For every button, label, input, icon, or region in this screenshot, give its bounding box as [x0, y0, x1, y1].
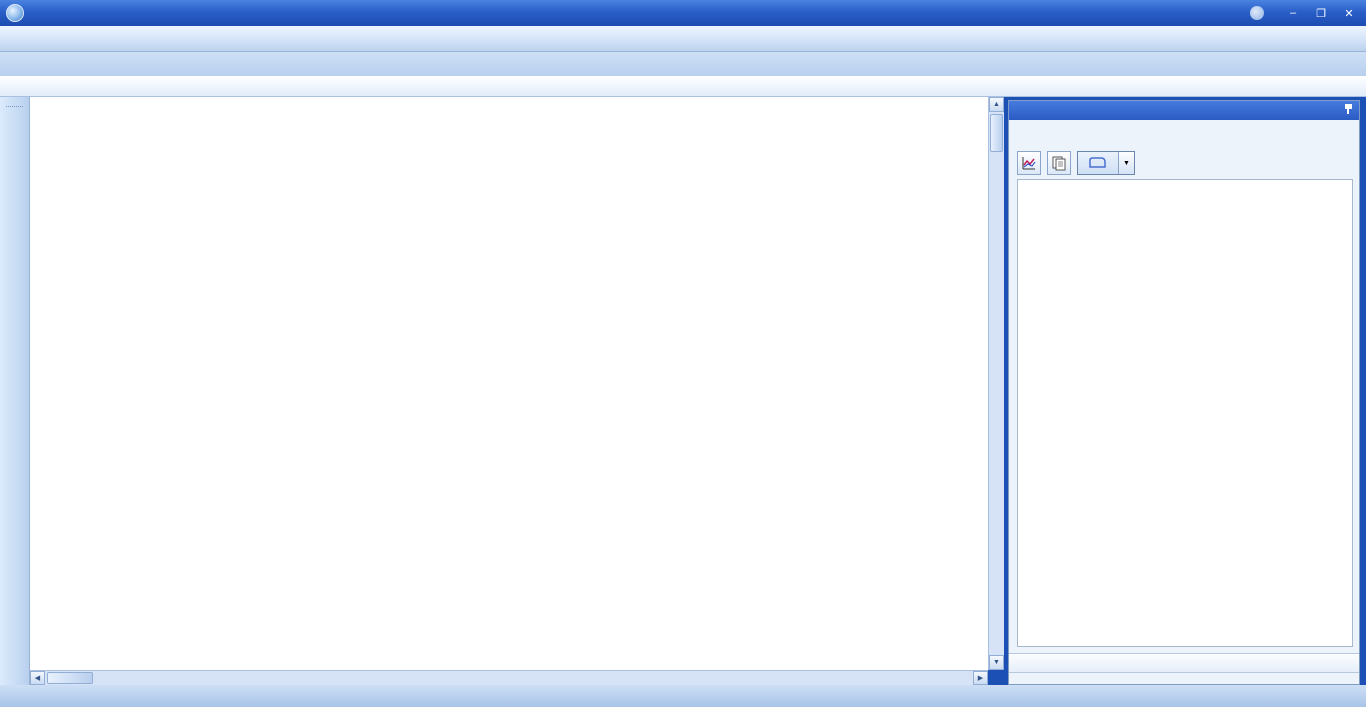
copy-chart-button[interactable]: [1047, 151, 1071, 175]
chart-readout-bar: [1009, 653, 1359, 673]
chevron-down-icon: ▼: [1118, 152, 1134, 174]
main-toolbar: [0, 26, 1366, 52]
scroll-up-button[interactable]: ▲: [989, 97, 1004, 112]
vertical-scroll-thumb[interactable]: [990, 114, 1003, 152]
scroll-down-button[interactable]: ▼: [989, 655, 1004, 670]
app-logo-icon: [6, 4, 24, 22]
pipe-style-row: [0, 76, 1366, 97]
component-tab-bar: [0, 52, 1366, 76]
status-bar: [0, 685, 1366, 707]
schematic-canvas[interactable]: [30, 97, 988, 670]
chart-button[interactable]: [1017, 151, 1041, 175]
left-tool-rail: [0, 97, 30, 685]
data-palette-titlebar: [1009, 101, 1359, 120]
application-window: – ❐ ✕ ▲ ▼ ◀ ▶: [0, 0, 1366, 707]
chart-plot-area[interactable]: [1060, 204, 1348, 628]
minimize-button[interactable]: –: [1284, 7, 1302, 19]
flow-pattern-icon: [1078, 152, 1118, 174]
scroll-left-button[interactable]: ◀: [30, 671, 45, 685]
chart-toolbar: ▼: [1017, 149, 1353, 177]
scroll-right-button[interactable]: ▶: [973, 671, 988, 685]
horizontal-scrollbar[interactable]: ◀ ▶: [30, 670, 988, 685]
vertical-scrollbar[interactable]: ▲ ▼: [988, 97, 1004, 670]
menu-bar: – ❐ ✕: [0, 0, 1366, 26]
flow-pattern-dropdown[interactable]: ▼: [1077, 151, 1135, 175]
data-palette-panel: ▼: [1008, 100, 1360, 685]
restore-button[interactable]: ❐: [1312, 7, 1330, 20]
data-palette-tabs: [1011, 123, 1357, 144]
flow-pattern-chart: [1017, 179, 1353, 647]
pin-icon[interactable]: [1343, 104, 1353, 116]
horizontal-scroll-thumb[interactable]: [47, 672, 93, 684]
share-icon: [1250, 6, 1264, 20]
close-button[interactable]: ✕: [1340, 7, 1358, 20]
